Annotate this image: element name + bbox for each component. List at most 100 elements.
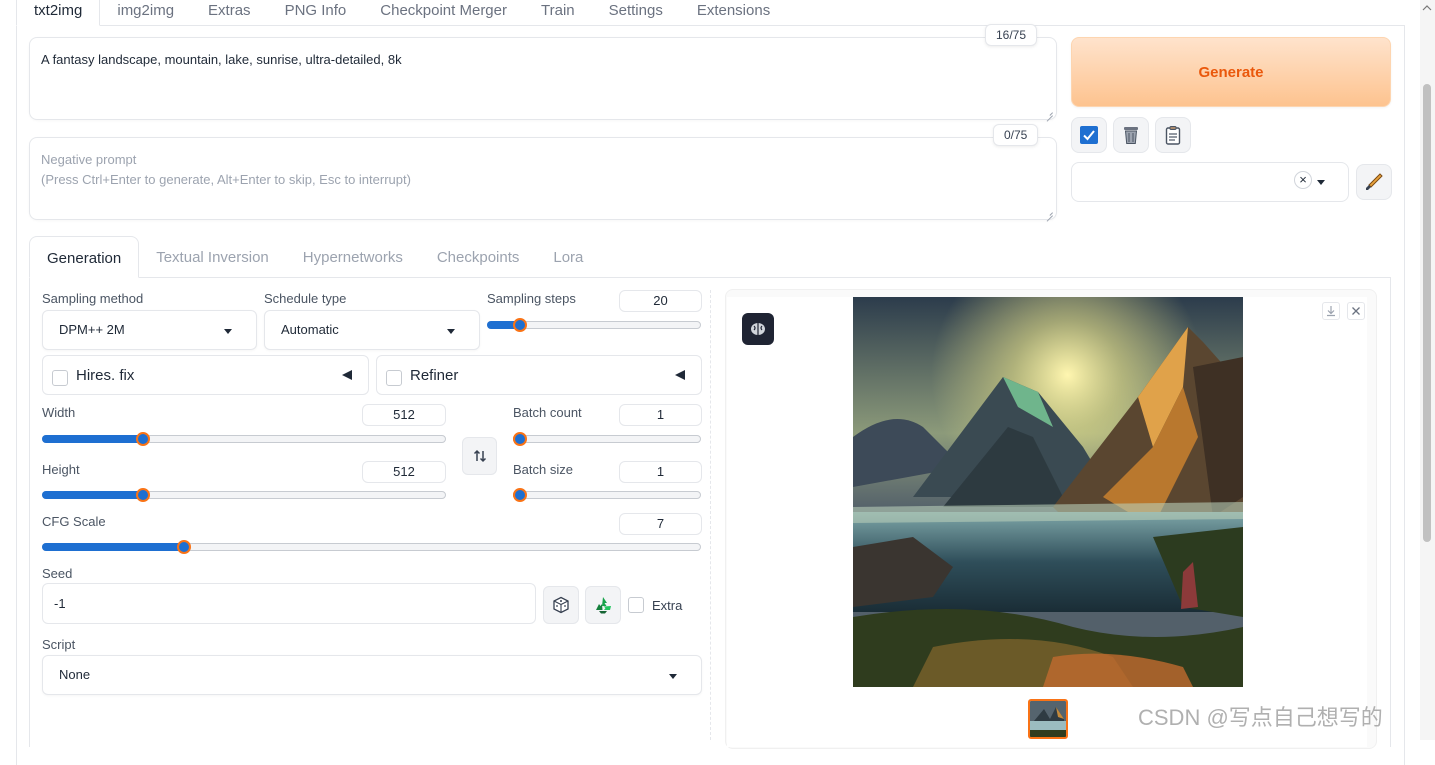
tab-hypernetworks[interactable]: Hypernetworks — [286, 236, 420, 278]
collapse-arrow-icon[interactable] — [342, 370, 352, 380]
hires-fix-accordion[interactable]: Hires. fix — [42, 355, 369, 395]
tab-txt2img[interactable]: txt2img — [16, 0, 101, 26]
batch-count-slider[interactable] — [513, 431, 701, 447]
batch-count-label: Batch count — [513, 405, 582, 420]
prompt-textarea[interactable]: A fantasy landscape, mountain, lake, sun… — [29, 37, 1057, 120]
clipboard-icon — [1165, 126, 1181, 145]
refiner-label: Refiner — [410, 367, 459, 384]
tab-checkpoints[interactable]: Checkpoints — [420, 236, 537, 278]
trash-icon — [1124, 127, 1138, 144]
schedule-type-label: Schedule type — [264, 291, 347, 306]
slider-thumb[interactable] — [135, 432, 150, 446]
thumbnail-image — [1030, 701, 1066, 737]
schedule-type-dropdown[interactable]: Automatic — [264, 310, 480, 350]
collapse-arrow-icon[interactable] — [675, 370, 685, 380]
sampling-steps-label: Sampling steps — [487, 291, 576, 306]
close-image-button[interactable] — [1347, 302, 1365, 320]
script-label: Script — [42, 637, 76, 652]
generated-image[interactable] — [853, 297, 1243, 687]
download-icon — [1327, 306, 1335, 317]
resize-grip-icon[interactable] — [1045, 208, 1053, 216]
refiner-accordion[interactable]: Refiner — [376, 355, 702, 395]
extra-seed-checkbox[interactable] — [628, 597, 644, 613]
script-dropdown[interactable]: None — [42, 655, 702, 695]
random-seed-button[interactable] — [543, 586, 579, 624]
schedule-type-value: Automatic — [281, 322, 339, 337]
cfg-scale-label: CFG Scale — [42, 514, 106, 529]
read-params-button[interactable] — [1071, 117, 1107, 153]
hires-fix-label: Hires. fix — [76, 367, 135, 384]
styles-dropdown[interactable]: × — [1071, 162, 1349, 202]
sub-tab-bar: Generation Textual Inversion Hypernetwor… — [29, 236, 600, 278]
close-icon — [1352, 307, 1360, 315]
tab-train[interactable]: Train — [524, 0, 592, 26]
height-slider[interactable] — [42, 487, 446, 503]
batch-size-slider[interactable] — [513, 487, 701, 503]
height-input[interactable]: 512 — [362, 461, 446, 483]
height-label: Height — [42, 462, 80, 477]
edit-styles-button[interactable] — [1356, 164, 1392, 200]
scroll-up-icon[interactable] — [1422, 4, 1432, 12]
scrollbar-thumb[interactable] — [1423, 84, 1431, 542]
tab-settings[interactable]: Settings — [592, 0, 680, 26]
slider-thumb[interactable] — [513, 318, 527, 332]
sampling-steps-slider[interactable] — [487, 317, 701, 333]
tab-extensions[interactable]: Extensions — [680, 0, 787, 26]
paste-styles-button[interactable] — [1155, 117, 1191, 153]
sampling-method-value: DPM++ 2M — [59, 322, 125, 337]
negative-prompt-textarea[interactable]: Negative prompt (Press Ctrl+Enter to gen… — [29, 137, 1057, 220]
refiner-checkbox[interactable] — [386, 370, 402, 386]
interrogate-button[interactable] — [742, 313, 774, 345]
cfg-scale-input[interactable]: 7 — [619, 513, 702, 535]
column-divider — [710, 290, 711, 740]
sampling-method-dropdown[interactable]: DPM++ 2M — [42, 310, 257, 350]
dice-icon — [553, 596, 569, 614]
paintbrush-icon — [1366, 173, 1383, 190]
chevron-down-icon — [447, 329, 455, 334]
clear-prompt-button[interactable] — [1113, 117, 1149, 153]
seed-label: Seed — [42, 566, 73, 581]
seed-input[interactable]: -1 — [42, 583, 536, 624]
slider-thumb[interactable] — [177, 540, 192, 554]
resize-grip-icon[interactable] — [1045, 108, 1053, 116]
hires-fix-checkbox[interactable] — [52, 370, 68, 386]
arrow-check-icon — [1080, 126, 1098, 144]
tab-png-info[interactable]: PNG Info — [268, 0, 364, 26]
prompt-token-counter: 16/75 — [985, 24, 1038, 46]
slider-thumb[interactable] — [513, 432, 527, 446]
batch-size-input[interactable]: 1 — [619, 461, 702, 483]
tab-lora[interactable]: Lora — [536, 236, 600, 278]
chevron-down-icon[interactable] — [1317, 180, 1325, 185]
slider-thumb[interactable] — [513, 488, 527, 502]
tab-img2img[interactable]: img2img — [100, 0, 191, 26]
tab-extras[interactable]: Extras — [191, 0, 268, 26]
brain-icon — [751, 323, 765, 335]
tab-checkpoint-merger[interactable]: Checkpoint Merger — [363, 0, 524, 26]
negative-token-counter: 0/75 — [993, 124, 1039, 146]
tab-textual-inversion[interactable]: Textual Inversion — [139, 236, 286, 278]
cfg-scale-slider[interactable] — [42, 539, 701, 555]
swap-arrows-icon — [473, 449, 486, 463]
gallery-thumbnail[interactable] — [1028, 699, 1068, 739]
clear-icon[interactable]: × — [1294, 171, 1312, 189]
sampling-method-label: Sampling method — [42, 291, 144, 306]
chevron-down-icon — [669, 674, 677, 679]
sampling-steps-input[interactable]: 20 — [619, 290, 702, 312]
recycle-icon — [596, 597, 611, 614]
tab-generation[interactable]: Generation — [29, 236, 140, 278]
extra-seed-label: Extra — [652, 598, 683, 613]
batch-count-input[interactable]: 1 — [619, 404, 702, 426]
reuse-seed-button[interactable] — [585, 586, 621, 624]
seed-value: -1 — [54, 596, 66, 611]
chevron-down-icon — [224, 329, 232, 334]
prompt-text: A fantasy landscape, mountain, lake, sun… — [41, 52, 402, 67]
download-button[interactable] — [1322, 302, 1340, 320]
width-slider[interactable] — [42, 431, 446, 447]
top-tab-bar: txt2img img2img Extras PNG Info Checkpoi… — [16, 0, 787, 26]
width-label: Width — [42, 405, 76, 420]
generate-button[interactable]: Generate — [1071, 37, 1391, 107]
slider-thumb[interactable] — [135, 488, 150, 502]
width-input[interactable]: 512 — [362, 404, 446, 426]
script-value: None — [59, 667, 91, 682]
swap-dimensions-button[interactable] — [462, 437, 497, 475]
